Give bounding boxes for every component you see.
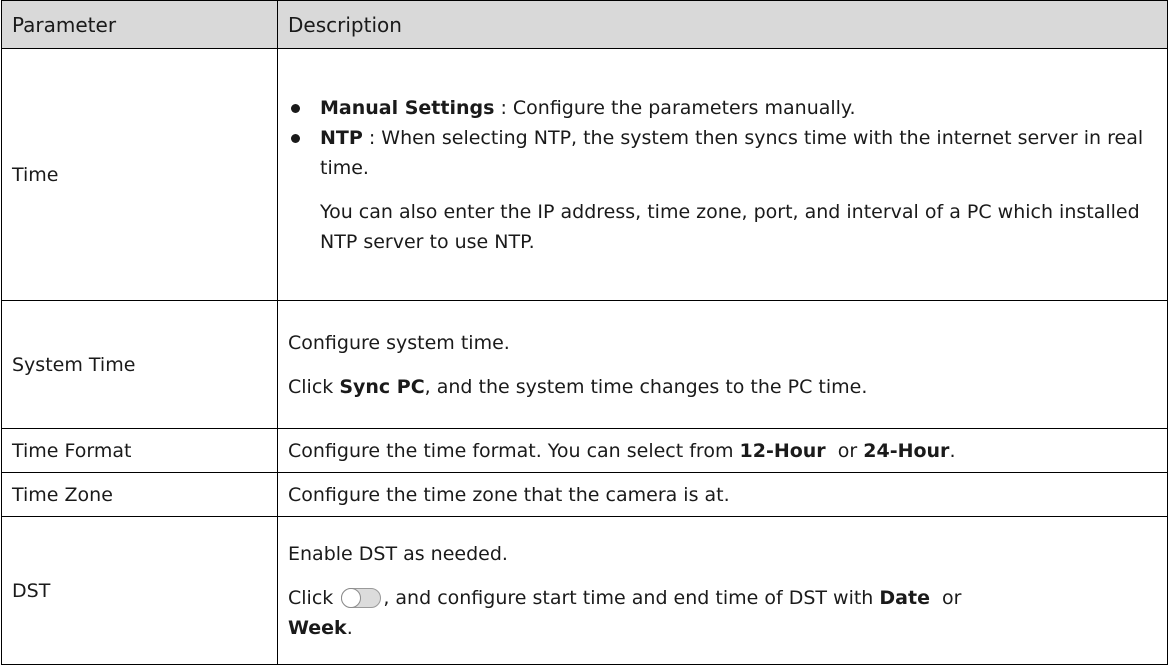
ntp-note: You can also enter the IP address, time … [320,200,1140,253]
ntp-label: NTP [320,126,363,149]
param-time-zone: Time Zone [1,472,278,517]
table-row-dst: DST Enable DST as needed. Click , and co… [1,516,1168,665]
list-item-manual: Manual Settings : Configure the paramete… [288,93,1157,123]
system-time-line2: Click Sync PC, and the system time chang… [288,375,868,398]
dst-line1: Enable DST as needed. [288,542,508,565]
desc-dst: Enable DST as needed. Click , and config… [277,516,1168,665]
table-row-time: Time Manual Settings : Configure the par… [1,48,1168,301]
option-week: Week [288,616,347,639]
dst-line2: Click , and configure start time and end… [288,586,968,639]
param-system-time: System Time [1,300,278,429]
header-parameter: Parameter [1,0,278,49]
sync-pc-label: Sync PC [339,375,425,398]
table-row-system-time: System Time Configure system time. Click… [1,300,1168,429]
option-24-hour: 24-Hour [863,439,950,462]
header-description: Description [277,0,1168,49]
table-row-time-format: Time Format Configure the time format. Y… [1,428,1168,473]
parameter-table: Parameter Description Time Manual Settin… [1,0,1168,665]
desc-time-format: Configure the time format. You can selec… [277,428,1168,473]
option-date: Date [879,586,930,609]
list-item-ntp: NTP : When selecting NTP, the system the… [288,123,1157,183]
table-row-time-zone: Time Zone Configure the time zone that t… [1,472,1168,517]
time-options-list: Manual Settings : Configure the paramete… [288,93,1157,183]
param-time-format: Time Format [1,428,278,473]
ntp-text: : When selecting NTP, the system then sy… [320,126,1144,179]
system-time-line1: Configure system time. [288,331,510,354]
toggle-knob [341,587,362,608]
desc-system-time: Configure system time. Click Sync PC, an… [277,300,1168,429]
table-header-row: Parameter Description [1,0,1168,49]
manual-settings-text: : Configure the parameters manually. [494,96,856,119]
option-12-hour: 12-Hour [739,439,826,462]
param-time: Time [1,48,278,301]
desc-time: Manual Settings : Configure the paramete… [277,48,1168,301]
manual-settings-label: Manual Settings [320,96,495,119]
toggle-switch-icon [341,587,382,608]
param-dst: DST [1,516,278,665]
desc-time-zone: Configure the time zone that the camera … [277,472,1168,517]
